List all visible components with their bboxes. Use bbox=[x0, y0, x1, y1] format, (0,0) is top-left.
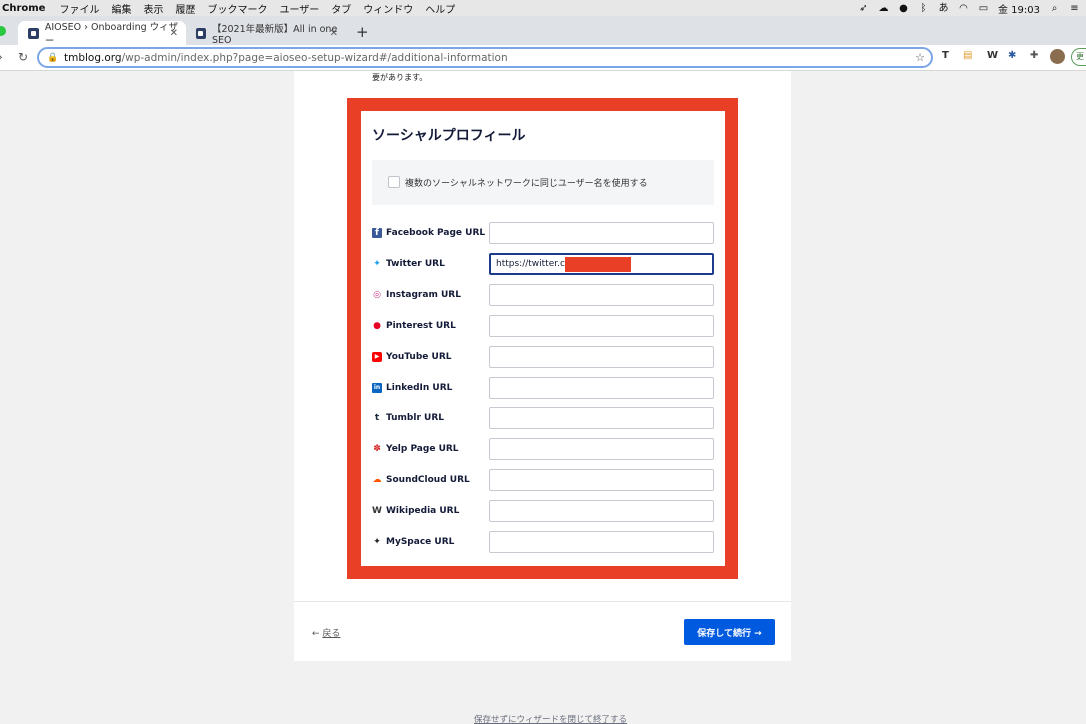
status-area: ➶ ☁ ● ᛒ あ ◠ ▭ 金 19:03 ⌕ ≡ bbox=[858, 0, 1080, 16]
same-username-label[interactable]: 複数のソーシャルネットワークに同じユーザー名を使用する bbox=[405, 176, 648, 189]
browser-toolbar: › ↻ 🔒 tmblog.org/wp-admin/index.php?page… bbox=[0, 45, 1086, 71]
update-button[interactable]: 更 bbox=[1071, 48, 1086, 66]
address-bar[interactable]: 🔒 tmblog.org/wp-admin/index.php?page=aio… bbox=[37, 47, 933, 68]
lock-icon: 🔒 bbox=[47, 52, 59, 63]
wordpress-extension-icon[interactable]: W bbox=[987, 50, 998, 61]
menu-file[interactable]: ファイル bbox=[59, 1, 99, 16]
tab-title: 【2021年最新版】All in one SEO bbox=[211, 23, 338, 46]
extensions-puzzle-icon[interactable]: ✚ bbox=[1030, 50, 1038, 61]
same-username-checkbox[interactable] bbox=[388, 176, 400, 188]
bookmark-star-icon[interactable]: ☆ bbox=[915, 51, 925, 64]
wifi-icon[interactable]: ◠ bbox=[958, 3, 969, 14]
battery-icon[interactable]: ▭ bbox=[978, 3, 989, 14]
social-url-label: Instagram URL bbox=[386, 290, 461, 300]
rocket-icon[interactable]: ➶ bbox=[858, 3, 869, 14]
myspace-url-input[interactable] bbox=[489, 531, 714, 553]
wordpress-favicon-icon bbox=[28, 27, 39, 39]
instagram-icon: ◎ bbox=[373, 290, 381, 300]
url-host: tmblog.org bbox=[64, 51, 122, 64]
reload-icon[interactable]: ↻ bbox=[18, 50, 28, 64]
menu-edit[interactable]: 編集 bbox=[111, 1, 131, 16]
search-icon[interactable]: ⌕ bbox=[1049, 3, 1060, 14]
app-menu[interactable]: Chrome bbox=[2, 3, 45, 14]
redaction-mark bbox=[565, 257, 631, 272]
section-title: ソーシャルプロフィール bbox=[372, 128, 526, 144]
facebook-icon: f bbox=[372, 228, 382, 238]
menu-history[interactable]: 履歴 bbox=[175, 1, 195, 16]
menu-window[interactable]: ウィンドウ bbox=[363, 1, 413, 16]
save-and-continue-button[interactable]: 保存して続行 → bbox=[684, 619, 775, 645]
social-url-label: LinkedIn URL bbox=[386, 383, 453, 393]
new-tab-button[interactable]: + bbox=[356, 23, 369, 41]
social-url-label: SoundCloud URL bbox=[386, 475, 470, 485]
wordpress-favicon-icon bbox=[196, 27, 206, 39]
macos-menu-bar: Chrome ファイル 編集 表示 履歴 ブックマーク ユーザー タブ ウィンド… bbox=[0, 0, 1086, 16]
social-url-label: Twitter URL bbox=[386, 259, 445, 269]
social-url-label: Yelp Page URL bbox=[386, 444, 459, 454]
intro-text-tail: 要があります。 bbox=[372, 73, 428, 82]
typography-extension-icon[interactable]: T bbox=[942, 50, 949, 61]
close-icon[interactable]: ✕ bbox=[170, 28, 178, 39]
bluetooth-icon[interactable]: ᛒ bbox=[918, 3, 929, 14]
instagram-url-input[interactable] bbox=[489, 284, 714, 306]
pinterest-icon: ● bbox=[373, 321, 381, 331]
close-icon[interactable]: ✕ bbox=[330, 28, 338, 39]
menu-bookmarks[interactable]: ブックマーク bbox=[207, 1, 267, 16]
window-zoom-button[interactable] bbox=[0, 26, 6, 36]
social-url-label: Facebook Page URL bbox=[386, 228, 486, 238]
soundcloud-url-input[interactable] bbox=[489, 469, 714, 491]
menu-users[interactable]: ユーザー bbox=[279, 1, 319, 16]
exit-wizard-link[interactable]: 保存せずにウィザードを閉じて終了する bbox=[474, 713, 627, 724]
tumblr-icon: t bbox=[374, 413, 380, 423]
wikipedia-url-input[interactable] bbox=[489, 500, 714, 522]
incognito-icon[interactable]: ● bbox=[898, 3, 909, 14]
myspace-icon: ✦ bbox=[373, 537, 381, 547]
footer-divider bbox=[294, 601, 791, 602]
social-url-label: Wikipedia URL bbox=[386, 506, 460, 516]
youtube-url-input[interactable] bbox=[489, 346, 714, 368]
youtube-icon: ▶ bbox=[372, 352, 382, 362]
menu-tab[interactable]: タブ bbox=[331, 1, 351, 16]
tab-aioseo-article[interactable]: 【2021年最新版】All in one SEO ✕ bbox=[186, 21, 346, 46]
menu-clock[interactable]: 金 19:03 bbox=[998, 1, 1040, 16]
wikipedia-icon: W bbox=[372, 506, 382, 516]
social-url-label: Pinterest URL bbox=[386, 321, 456, 331]
facebook-url-input[interactable] bbox=[489, 222, 714, 244]
profile-avatar[interactable] bbox=[1050, 49, 1065, 64]
twitter-icon: ✦ bbox=[373, 259, 381, 269]
yelp-icon: ✽ bbox=[373, 444, 381, 454]
cloud-icon[interactable]: ☁ bbox=[878, 3, 889, 14]
social-url-label: MySpace URL bbox=[386, 537, 455, 547]
tab-title: AIOSEO › Onboarding ウィザー bbox=[44, 22, 179, 47]
linkedin-url-input[interactable] bbox=[489, 377, 714, 399]
notes-extension-icon[interactable]: ▤ bbox=[963, 50, 972, 61]
tumblr-url-input[interactable] bbox=[489, 407, 714, 429]
social-url-label: Tumblr URL bbox=[386, 413, 445, 423]
menu-help[interactable]: ヘルプ bbox=[425, 1, 455, 16]
tab-aioseo-onboarding[interactable]: AIOSEO › Onboarding ウィザー ✕ bbox=[18, 21, 186, 47]
pinterest-url-input[interactable] bbox=[489, 315, 714, 337]
forward-icon[interactable]: › bbox=[0, 50, 3, 64]
back-link[interactable]: ← 戻る bbox=[312, 626, 340, 639]
menu-view[interactable]: 表示 bbox=[143, 1, 163, 16]
yelp-url-input[interactable] bbox=[489, 438, 714, 460]
social-url-label: YouTube URL bbox=[386, 352, 452, 362]
soundcloud-icon: ☁ bbox=[372, 475, 382, 485]
tab-strip: AIOSEO › Onboarding ウィザー ✕ 【2021年最新版】All… bbox=[0, 16, 1086, 47]
share-extension-icon[interactable]: ✱ bbox=[1008, 50, 1016, 61]
back-link-label: 戻る bbox=[322, 629, 341, 639]
input-method-icon[interactable]: あ bbox=[938, 3, 949, 14]
control-center-icon[interactable]: ≡ bbox=[1069, 3, 1080, 14]
linkedin-icon: in bbox=[372, 383, 382, 393]
url-path: /wp-admin/index.php?page=aioseo-setup-wi… bbox=[121, 51, 508, 64]
